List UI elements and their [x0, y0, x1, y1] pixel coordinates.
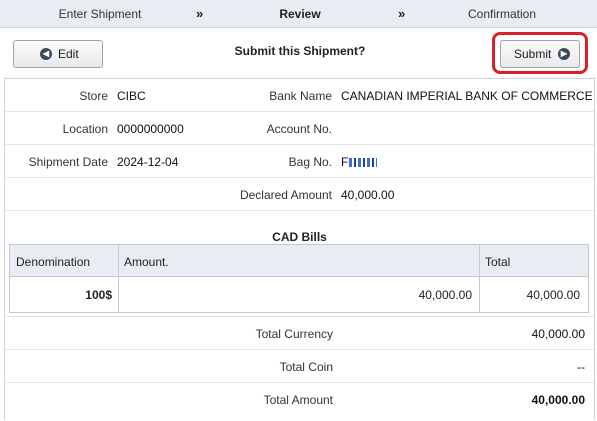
store-label: Store [79, 89, 108, 103]
total-coin-label: Total Coin [279, 360, 333, 374]
total-amount-value: 40,000.00 [531, 393, 585, 407]
bag-no-value: F [341, 155, 378, 169]
submit-button[interactable]: Submit ▶ [500, 40, 580, 68]
step-review: Review [279, 7, 321, 21]
edit-button[interactable]: ◀ Edit [13, 40, 103, 68]
store-value: CIBC [117, 89, 146, 103]
cad-bills-table: Denomination Amount. Total 100$ 40,000.0… [9, 244, 589, 313]
bank-name-value: CANADIAN IMPERIAL BANK OF COMMERCE [341, 89, 593, 103]
declared-amount-label: Declared Amount [239, 188, 332, 202]
submit-prompt: Submit this Shipment? [234, 44, 366, 58]
submit-button-label: Submit [514, 47, 552, 61]
total-currency-value: 40,000.00 [531, 327, 585, 341]
total-currency-label: Total Currency [255, 327, 333, 341]
column-header-amount: Amount. [124, 255, 169, 269]
shipment-date-value: 2024-12-04 [117, 155, 179, 169]
step-enter-shipment: Enter Shipment [58, 7, 142, 21]
details-row-shipment-date: Shipment Date 2024-12-04 Bag No. F [5, 145, 594, 178]
totals-row-amount: Total Amount 40,000.00 [5, 383, 594, 421]
bag-no-prefix: F [341, 155, 349, 169]
bag-no-label: Bag No. [288, 155, 332, 169]
details-row-store: Store CIBC Bank Name CANADIAN IMPERIAL B… [5, 79, 594, 112]
bank-name-label: Bank Name [269, 89, 332, 103]
total-amount-label: Total Amount [263, 393, 333, 407]
edit-button-label: Edit [58, 47, 79, 61]
location-value: 0000000000 [117, 122, 184, 136]
location-label: Location [62, 122, 108, 136]
amount-cell: 40,000.00 [418, 288, 472, 302]
cad-bills-title: CAD Bills [272, 230, 327, 244]
step-progress-bar: Enter Shipment » Review » Confirmation [0, 0, 597, 28]
totals-row-currency: Total Currency 40,000.00 [5, 317, 594, 350]
total-coin-value: -- [577, 360, 585, 374]
column-header-denomination: Denomination [16, 255, 91, 269]
details-row-location: Location 0000000000 Account No. [5, 112, 594, 145]
denomination-cell: 100$ [85, 288, 112, 302]
shipment-date-label: Shipment Date [28, 155, 108, 169]
declared-amount-value: 40,000.00 [341, 188, 395, 202]
account-no-label: Account No. [266, 122, 332, 136]
arrow-right-circle-icon: ▶ [558, 48, 570, 60]
total-cell: 40,000.00 [526, 288, 580, 302]
redacted-bag-number [349, 158, 378, 167]
details-row-declared-amount: Declared Amount 40,000.00 [5, 178, 594, 211]
step-confirmation: Confirmation [467, 7, 537, 21]
column-header-total: Total [485, 255, 511, 269]
shipment-review-panel: Store CIBC Bank Name CANADIAN IMPERIAL B… [4, 78, 595, 420]
totals-row-coin: Total Coin -- [5, 350, 594, 383]
arrow-left-circle-icon: ◀ [40, 48, 52, 60]
